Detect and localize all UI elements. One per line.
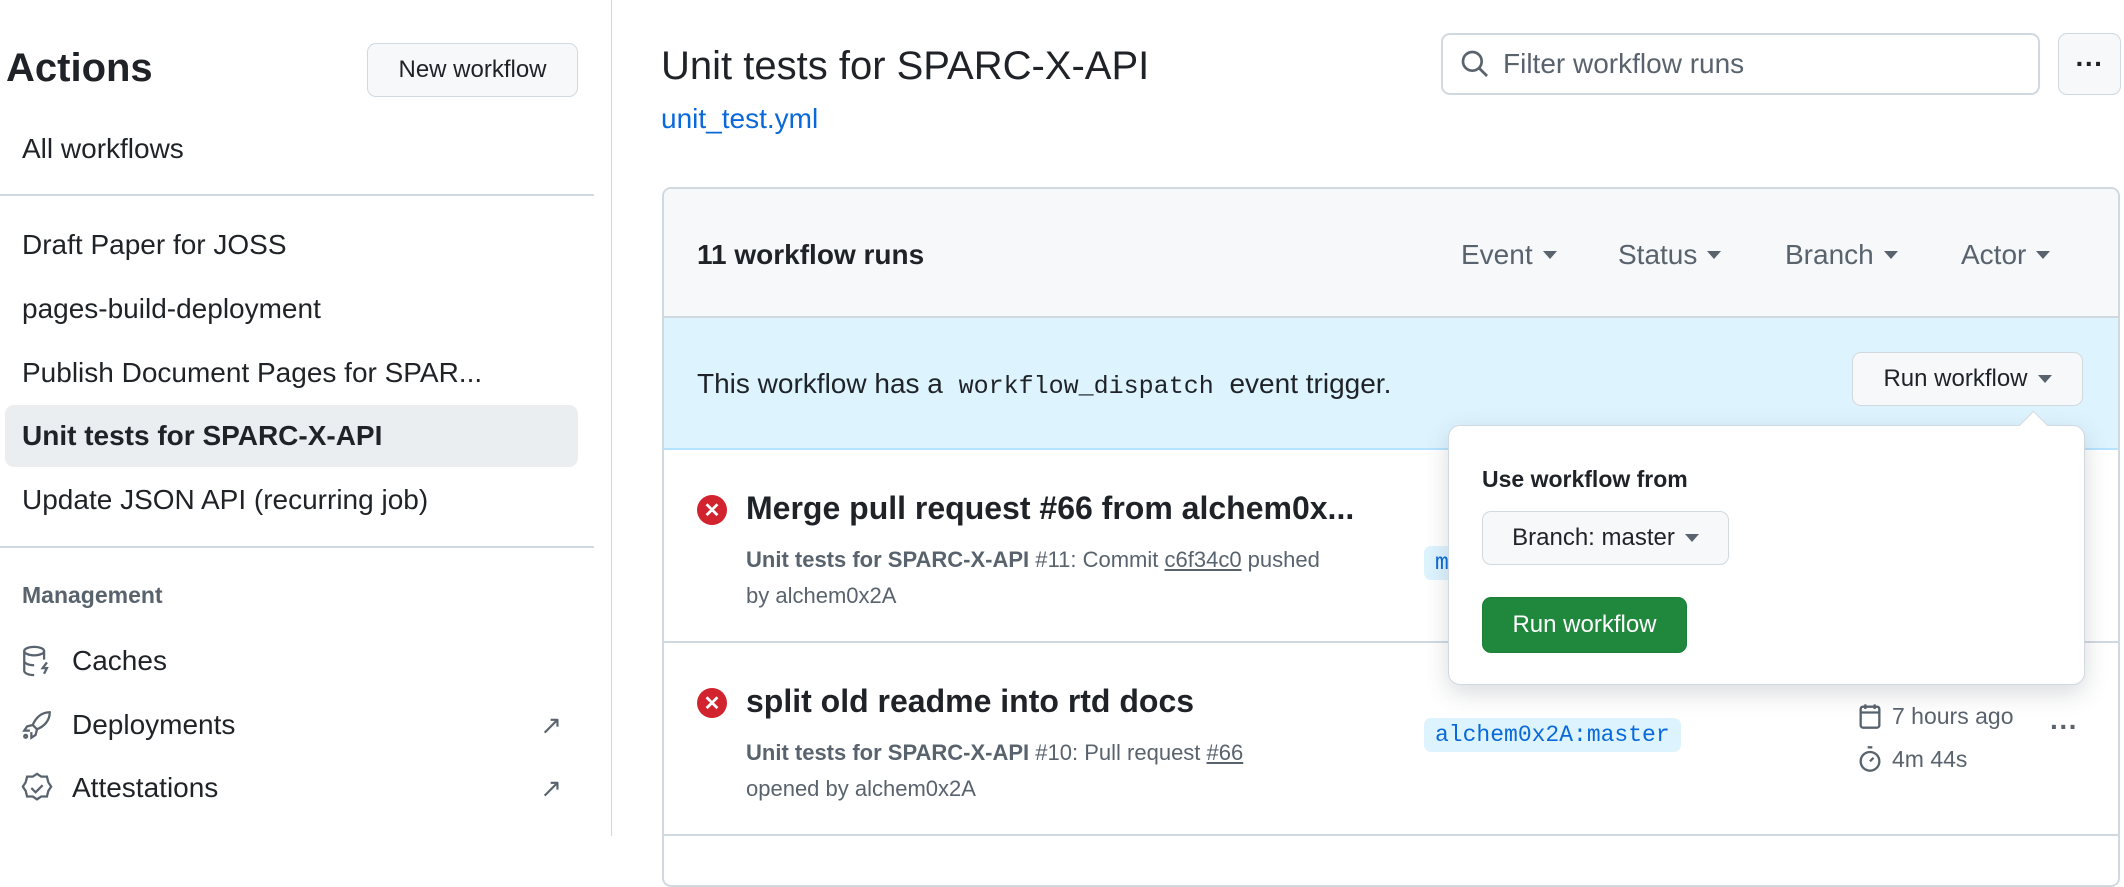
filter-branch[interactable]: Branch: [1785, 239, 1898, 271]
calendar-icon: [1859, 704, 1881, 729]
verified-icon: [21, 772, 53, 801]
chevron-down-icon: [1684, 534, 1699, 542]
run-time: 7 hours ago: [1856, 701, 2013, 731]
banner-code: workflow_dispatch: [958, 372, 1214, 401]
branch-select[interactable]: Branch: master: [1482, 511, 1729, 565]
run-actor: opened by alchem0x2A: [746, 776, 976, 801]
sidebar-item-workflow[interactable]: Publish Document Pages for SPAR...: [5, 342, 578, 404]
divider: [0, 546, 594, 548]
stopwatch-icon: [1859, 746, 1881, 772]
workflow-file-link[interactable]: unit_test.yml: [661, 103, 818, 135]
search-icon: [1461, 50, 1488, 77]
rocket-icon: [22, 711, 51, 740]
divider: [0, 194, 594, 196]
attestations-label: Attestations: [72, 772, 219, 803]
sidebar-item-all-workflows[interactable]: All workflows: [5, 118, 578, 180]
run-workflow-dropdown-button[interactable]: Run workflow: [1852, 352, 2083, 406]
chevron-down-icon: [1707, 251, 1722, 259]
run-workflow: Unit tests for SPARC-X-API: [746, 740, 1030, 765]
banner-pre: This workflow has a: [697, 368, 943, 399]
new-workflow-button[interactable]: New workflow: [367, 43, 578, 97]
runs-count: 11 workflow runs: [697, 239, 925, 270]
filter-actor[interactable]: Actor: [1961, 239, 2051, 271]
filter-status-label: Status: [1618, 239, 1698, 270]
run-title[interactable]: Merge pull request #66 from alchem0x...: [746, 490, 1354, 527]
filter-placeholder: Filter workflow runs: [1503, 48, 1745, 79]
chevron-down-icon: [2037, 375, 2052, 383]
deployments-label: Deployments: [72, 709, 236, 740]
page-title: Unit tests for SPARC-X-API: [661, 44, 1150, 88]
runs-header: 11 workflow runs Event Status Branch Act…: [664, 189, 2118, 318]
run-number: #11: [1035, 547, 1071, 572]
sidebar: Actions New workflow All workflows Draft…: [0, 0, 612, 836]
run-event: : Commit: [1070, 547, 1165, 572]
sidebar-item-workflow[interactable]: Draft Paper for JOSS: [5, 214, 578, 276]
management-heading: Management: [22, 582, 163, 608]
filter-input[interactable]: Filter workflow runs: [1441, 33, 2040, 95]
branch-select-label: Branch: master: [1512, 524, 1675, 551]
run-workflow-label: Run workflow: [1883, 365, 2028, 392]
sidebar-item-deployments[interactable]: Deployments ↗: [20, 700, 580, 750]
chevron-down-icon: [2036, 251, 2051, 259]
run-duration-label: 4m 44s: [1892, 745, 1968, 772]
run-number: #10: [1035, 740, 1073, 765]
external-link-icon: ↗: [540, 709, 562, 740]
sidebar-item-workflow-selected[interactable]: Unit tests for SPARC-X-API: [5, 405, 578, 467]
pull-request-link[interactable]: #66: [1207, 740, 1244, 765]
filter-event-label: Event: [1461, 239, 1533, 270]
database-icon: [23, 645, 49, 677]
run-workflow-popover: Use workflow from Branch: master Run wor…: [1448, 425, 2085, 685]
banner-post: event trigger.: [1229, 368, 1392, 399]
caches-label: Caches: [72, 645, 167, 676]
filter-actor-label: Actor: [1961, 239, 2027, 270]
run-event-post: pushed: [1241, 547, 1320, 572]
sidebar-item-attestations[interactable]: Attestations ↗: [20, 763, 580, 813]
commit-link[interactable]: c6f34c0: [1165, 547, 1242, 572]
filter-status[interactable]: Status: [1618, 239, 1722, 271]
run-workflow-submit-button[interactable]: Run workflow: [1482, 597, 1687, 653]
sidebar-title: Actions: [6, 46, 153, 90]
run-actor: by alchem0x2A: [746, 583, 897, 608]
failure-icon: ✕: [697, 495, 727, 525]
banner-text: This workflow has a workflow_dispatch ev…: [697, 368, 1391, 401]
chevron-down-icon: [1542, 251, 1557, 259]
run-event: : Pull request: [1072, 740, 1207, 765]
run-meta: Unit tests for SPARC-X-API #10: Pull req…: [746, 735, 1406, 807]
run-workflow: Unit tests for SPARC-X-API: [746, 547, 1030, 572]
sidebar-item-workflow[interactable]: Update JSON API (recurring job): [5, 469, 578, 531]
filter-event[interactable]: Event: [1461, 239, 1557, 271]
run-duration: 4m 44s: [1856, 744, 1967, 774]
run-meta: Unit tests for SPARC-X-API #11: Commit c…: [746, 542, 1406, 614]
sidebar-item-caches[interactable]: Caches: [20, 636, 580, 686]
chevron-down-icon: [1883, 251, 1898, 259]
sidebar-item-workflow[interactable]: pages-build-deployment: [5, 278, 578, 340]
failure-icon: ✕: [697, 688, 727, 718]
run-options-button[interactable]: ···: [2050, 711, 2078, 743]
more-options-button[interactable]: ···: [2058, 33, 2121, 95]
external-link-icon: ↗: [540, 772, 562, 803]
filter-branch-label: Branch: [1785, 239, 1874, 270]
run-title[interactable]: split old readme into rtd docs: [746, 683, 1194, 720]
popover-heading: Use workflow from: [1482, 466, 1688, 492]
run-time-label: 7 hours ago: [1892, 702, 2014, 729]
branch-tag[interactable]: alchem0x2A:master: [1424, 718, 1681, 752]
